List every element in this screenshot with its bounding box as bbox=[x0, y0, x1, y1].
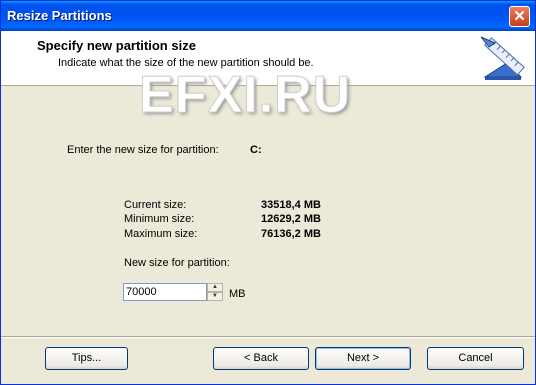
current-size-value: 33518,4 MB bbox=[261, 199, 321, 211]
new-size-input[interactable] bbox=[123, 283, 207, 301]
current-size-label: Current size: bbox=[124, 199, 187, 211]
spin-up-button[interactable]: ▲ bbox=[207, 283, 223, 292]
title-bar[interactable]: Resize Partitions ✕ bbox=[1, 1, 535, 31]
button-separator bbox=[1, 336, 535, 338]
spin-down-button[interactable]: ▼ bbox=[207, 292, 223, 301]
window-title: Resize Partitions bbox=[7, 8, 112, 23]
partition-letter: C: bbox=[250, 144, 262, 156]
cancel-button[interactable]: Cancel bbox=[427, 347, 524, 370]
back-button[interactable]: < Back bbox=[213, 347, 309, 370]
close-button[interactable]: ✕ bbox=[509, 6, 530, 27]
ruler-icon bbox=[480, 36, 525, 80]
close-icon: ✕ bbox=[513, 8, 526, 25]
tips-button[interactable]: Tips... bbox=[45, 347, 128, 370]
size-unit-label: MB bbox=[229, 288, 246, 300]
next-button[interactable]: Next > bbox=[315, 347, 411, 370]
header-title: Specify new partition size bbox=[37, 38, 196, 53]
new-size-stepper[interactable]: ▲ ▼ bbox=[207, 283, 223, 301]
partition-prompt: Enter the new size for partition: bbox=[67, 144, 219, 156]
resize-partitions-dialog: Resize Partitions ✕ Specify new partitio… bbox=[0, 0, 536, 385]
watermark-text: EFXI.RU bbox=[138, 66, 352, 125]
minimum-size-value: 12629,2 MB bbox=[261, 213, 321, 225]
new-size-label: New size for partition: bbox=[124, 257, 230, 269]
maximum-size-label: Maximum size: bbox=[124, 228, 198, 240]
maximum-size-value: 76136,2 MB bbox=[261, 228, 321, 240]
minimum-size-label: Minimum size: bbox=[124, 213, 195, 225]
